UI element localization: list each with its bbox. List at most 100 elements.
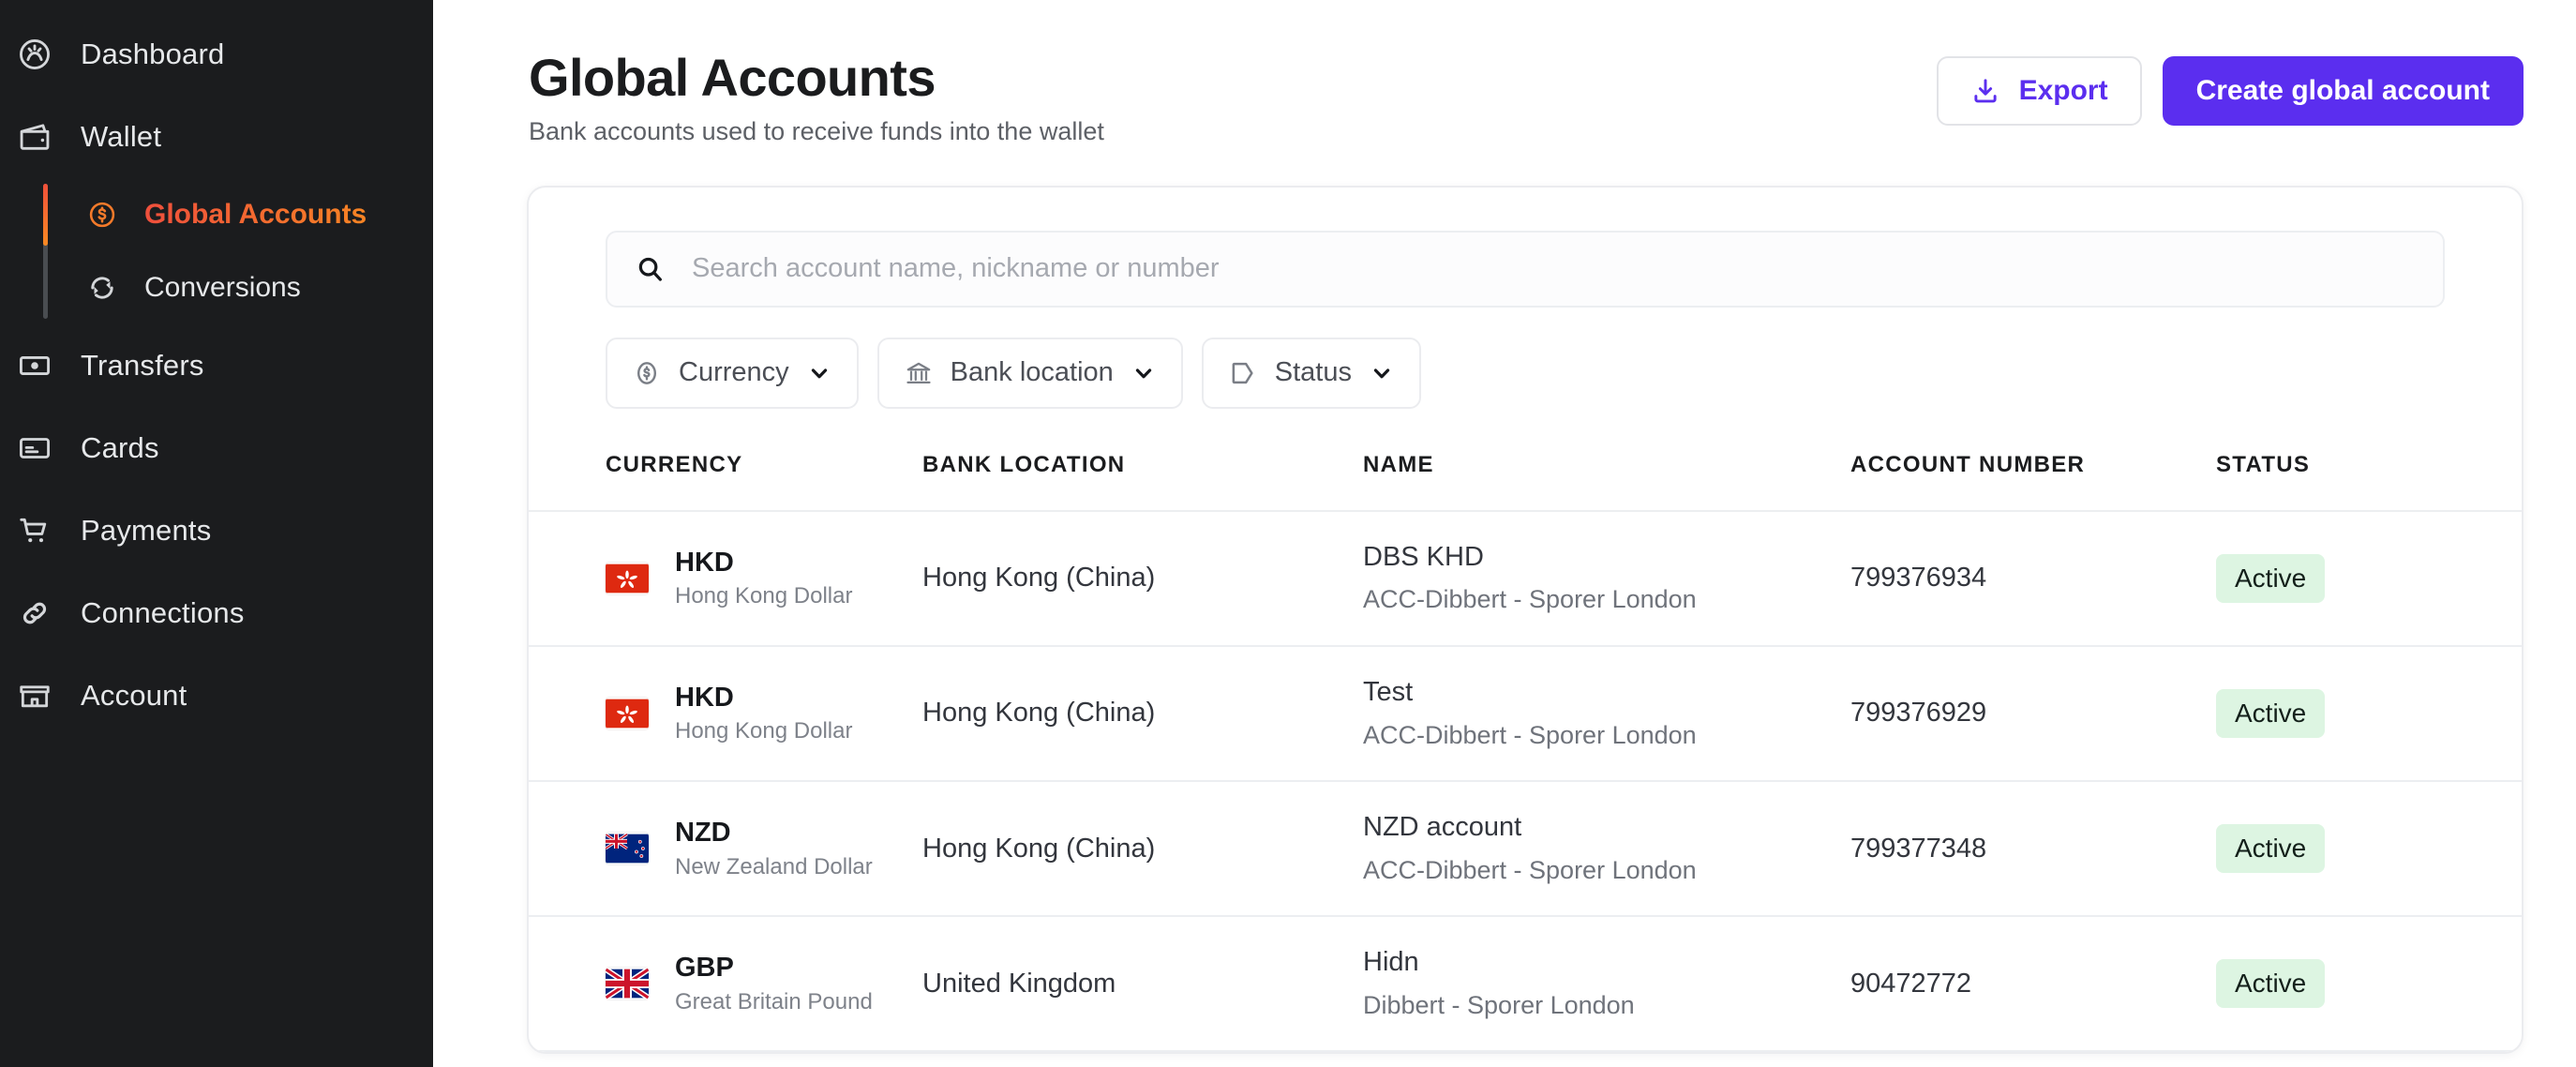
download-icon xyxy=(1970,76,2000,106)
account-name-sub: ACC-Dibbert - Sporer London xyxy=(1363,582,1850,616)
currency-name: Hong Kong Dollar xyxy=(675,716,852,745)
create-global-account-button[interactable]: Create global account xyxy=(2163,56,2524,126)
filter-status-label: Status xyxy=(1275,357,1352,388)
sidebar-item-label: Wallet xyxy=(81,120,161,154)
cell-name: Test ACC-Dibbert - Sporer London xyxy=(1363,646,1850,781)
subnav-rail-active-indicator xyxy=(43,184,48,246)
currency-name: Hong Kong Dollar xyxy=(675,581,852,610)
sidebar-item-conversions[interactable]: Conversions xyxy=(43,251,433,324)
sidebar-item-label: Transfers xyxy=(81,349,204,383)
search-bar[interactable] xyxy=(606,231,2445,308)
status-badge: Active xyxy=(2216,554,2325,603)
filter-row: Currency xyxy=(606,338,2445,441)
table-row[interactable]: HKD Hong Kong Dollar Hong Kong (China) T… xyxy=(529,646,2524,781)
sidebar-item-connections[interactable]: Connections xyxy=(0,572,433,654)
sidebar-item-cards[interactable]: Cards xyxy=(0,407,433,489)
banknote-icon xyxy=(13,344,56,387)
export-button-label: Export xyxy=(2019,75,2108,107)
refresh-icon xyxy=(82,268,122,308)
nz-flag-icon xyxy=(606,833,649,864)
gauge-icon xyxy=(13,33,56,76)
table-row[interactable]: NZD New Zealand Dollar Hong Kong (China)… xyxy=(529,781,2524,916)
gb-flag-icon xyxy=(606,968,649,999)
cell-bank-location: Hong Kong (China) xyxy=(922,511,1363,646)
status-badge: Active xyxy=(2216,689,2325,738)
coin-dollar-icon xyxy=(82,195,122,234)
cell-currency: NZD New Zealand Dollar xyxy=(529,781,922,916)
cell-status: Active xyxy=(2216,781,2524,916)
card-toolbar: Currency xyxy=(529,188,2522,441)
sidebar-item-label: Cards xyxy=(81,431,159,465)
tag-icon xyxy=(1228,358,1258,388)
table-header-row: CURRENCY BANK LOCATION NAME ACCOUNT NUMB… xyxy=(529,441,2524,511)
filter-status[interactable]: Status xyxy=(1202,338,1421,409)
chevron-down-icon xyxy=(1131,360,1157,386)
chevron-down-icon xyxy=(806,360,832,386)
cell-name: Hidn Dibbert - Sporer London xyxy=(1363,916,1850,1051)
app-root: Dashboard Wallet xyxy=(0,0,2576,1067)
cell-account-number: 799377348 xyxy=(1850,781,2216,916)
accounts-card: Currency xyxy=(527,186,2524,1055)
currency-code: GBP xyxy=(675,951,873,984)
sidebar-subnav-wallet: Global Accounts Conversions xyxy=(43,178,433,324)
account-name-sub: Dibbert - Sporer London xyxy=(1363,988,1850,1022)
header-actions: Export Create global account xyxy=(1937,49,2524,126)
wallet-icon xyxy=(13,115,56,158)
column-header-currency[interactable]: CURRENCY xyxy=(529,441,922,511)
cell-bank-location: United Kingdom xyxy=(922,916,1363,1051)
search-input[interactable] xyxy=(692,253,2417,284)
page-subtitle: Bank accounts used to receive funds into… xyxy=(529,117,1104,146)
status-badge: Active xyxy=(2216,824,2325,873)
bank-icon xyxy=(904,358,934,388)
sidebar-item-global-accounts[interactable]: Global Accounts xyxy=(43,178,433,251)
currency-code: HKD xyxy=(675,546,852,579)
currency-code: NZD xyxy=(675,816,873,849)
column-header-account-number[interactable]: ACCOUNT NUMBER xyxy=(1850,441,2216,511)
table-header: CURRENCY BANK LOCATION NAME ACCOUNT NUMB… xyxy=(529,441,2524,511)
sidebar-item-transfers[interactable]: Transfers xyxy=(0,324,433,407)
account-name: Test xyxy=(1363,675,1850,711)
cell-account-number: 799376929 xyxy=(1850,646,2216,781)
cell-account-number: 799376934 xyxy=(1850,511,2216,646)
table-row[interactable]: GBP Great Britain Pound United Kingdom H… xyxy=(529,916,2524,1051)
sidebar-item-label: Connections xyxy=(81,596,245,630)
export-button[interactable]: Export xyxy=(1937,56,2142,126)
page-title: Global Accounts xyxy=(529,49,1104,108)
cell-account-number: 90472772 xyxy=(1850,916,2216,1051)
sidebar-item-dashboard[interactable]: Dashboard xyxy=(0,13,433,96)
column-header-name[interactable]: NAME xyxy=(1363,441,1850,511)
search-icon xyxy=(634,253,666,285)
cell-name: DBS KHD ACC-Dibbert - Sporer London xyxy=(1363,511,1850,646)
sidebar-subitem-label: Global Accounts xyxy=(144,199,367,231)
currency-name: Great Britain Pound xyxy=(675,987,873,1016)
cell-bank-location: Hong Kong (China) xyxy=(922,781,1363,916)
sidebar-item-account[interactable]: Account xyxy=(0,654,433,737)
filter-bank-location-label: Bank location xyxy=(951,357,1114,388)
filter-currency-label: Currency xyxy=(679,357,789,388)
cell-name: NZD account ACC-Dibbert - Sporer London xyxy=(1363,781,1850,916)
cell-bank-location: Hong Kong (China) xyxy=(922,646,1363,781)
column-header-status[interactable]: STATUS xyxy=(2216,441,2524,511)
column-header-bank-location[interactable]: BANK LOCATION xyxy=(922,441,1363,511)
account-name: NZD account xyxy=(1363,810,1850,846)
cell-currency: HKD Hong Kong Dollar xyxy=(529,511,922,646)
cell-status: Active xyxy=(2216,511,2524,646)
currency-code: HKD xyxy=(675,681,852,714)
hk-flag-icon xyxy=(606,698,649,729)
filter-currency[interactable]: Currency xyxy=(606,338,859,409)
main-content: Global Accounts Bank accounts used to re… xyxy=(433,0,2576,1067)
page-header: Global Accounts Bank accounts used to re… xyxy=(527,0,2524,146)
currency-name: New Zealand Dollar xyxy=(675,852,873,881)
sidebar-item-wallet[interactable]: Wallet xyxy=(0,96,433,178)
sidebar-item-payments[interactable]: Payments xyxy=(0,489,433,572)
account-name-sub: ACC-Dibbert - Sporer London xyxy=(1363,718,1850,752)
sidebar-item-label: Dashboard xyxy=(81,38,224,71)
filter-bank-location[interactable]: Bank location xyxy=(877,338,1183,409)
sidebar-subitem-label: Conversions xyxy=(144,272,301,304)
cell-currency: GBP Great Britain Pound xyxy=(529,916,922,1051)
table-row[interactable]: HKD Hong Kong Dollar Hong Kong (China) D… xyxy=(529,511,2524,646)
status-badge: Active xyxy=(2216,959,2325,1008)
account-name: DBS KHD xyxy=(1363,540,1850,576)
table-body: HKD Hong Kong Dollar Hong Kong (China) D… xyxy=(529,511,2524,1052)
coin-dollar-icon xyxy=(632,358,662,388)
